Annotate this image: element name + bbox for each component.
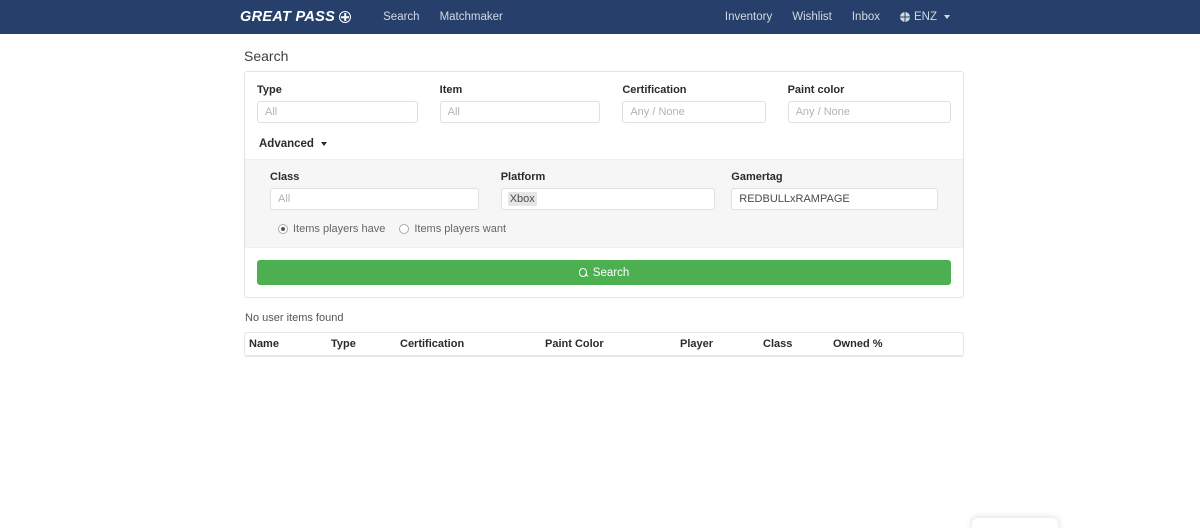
field-class: Class [270, 171, 501, 210]
field-gamertag: Gamertag [731, 171, 938, 210]
chat-widget-edge[interactable] [972, 518, 1058, 528]
field-paint-color: Paint color [787, 84, 951, 123]
field-class-label: Class [270, 171, 300, 183]
language-label: ENZ [914, 11, 937, 23]
column-header-owned-percent[interactable]: Owned % [833, 338, 953, 350]
nav-item-search[interactable]: Search [373, 0, 429, 34]
paint-color-input[interactable] [787, 101, 951, 123]
column-header-class[interactable]: Class [763, 338, 833, 350]
gamertag-input[interactable] [731, 188, 938, 210]
column-header-name[interactable]: Name [245, 338, 331, 350]
advanced-toggle-label: Advanced [259, 138, 314, 150]
nav-item-wishlist[interactable]: Wishlist [782, 0, 842, 34]
search-button-label: Search [592, 266, 630, 279]
field-platform: Platform Xbox [500, 171, 732, 210]
field-item-label: Item [439, 84, 463, 96]
magnifier-icon [578, 268, 588, 277]
ownership-radio-group: Items players have Items players want [278, 223, 938, 235]
column-header-type[interactable]: Type [331, 338, 400, 350]
primary-nav: Search Matchmaker [373, 0, 513, 34]
results-empty-message: No user items found [245, 312, 344, 324]
search-card: Type Item Certification Paint color Adva… [244, 71, 964, 298]
type-input[interactable] [257, 101, 418, 123]
platform-input[interactable]: Xbox [500, 188, 716, 210]
field-gamertag-label: Gamertag [731, 171, 783, 183]
platform-value: Xbox [507, 192, 537, 206]
results-table: Name Type Certification Paint Color Play… [244, 332, 964, 357]
field-certification-label: Certification [622, 84, 687, 96]
brand-logo[interactable]: GREAT PASS [240, 9, 352, 25]
radio-items-players-have-label: Items players have [293, 223, 386, 235]
advanced-toggle[interactable]: Advanced [259, 138, 327, 150]
globe-icon [900, 12, 910, 22]
results-table-header-row: Name Type Certification Paint Color Play… [245, 333, 963, 356]
top-navbar: GREAT PASS Search Matchmaker Inventory W… [0, 0, 1200, 34]
radio-filled-icon [278, 224, 288, 234]
class-input[interactable] [270, 188, 479, 210]
brand-name: GREAT PASS [240, 9, 336, 25]
secondary-nav: Inventory Wishlist Inbox ENZ [715, 0, 960, 34]
field-type: Type [257, 84, 440, 123]
radio-empty-icon [399, 224, 410, 234]
advanced-panel: Class Platform Xbox Gamertag It [245, 159, 963, 248]
column-header-player[interactable]: Player [680, 338, 763, 350]
nav-item-matchmaker[interactable]: Matchmaker [430, 0, 513, 34]
nav-item-inventory[interactable]: Inventory [715, 0, 782, 34]
page-title: Search [244, 48, 289, 64]
advanced-filters-row: Class Platform Xbox Gamertag [270, 171, 938, 210]
language-selector[interactable]: ENZ [890, 0, 960, 34]
field-type-label: Type [257, 84, 282, 96]
caret-down-icon [320, 142, 327, 146]
field-paint-color-label: Paint color [787, 84, 845, 96]
column-header-certification[interactable]: Certification [400, 338, 545, 350]
navbar-inner: GREAT PASS Search Matchmaker Inventory W… [0, 0, 1200, 34]
column-header-paint-color[interactable]: Paint Color [545, 338, 680, 350]
page-body: Search Type Item Certification Paint col… [0, 48, 1200, 357]
field-platform-label: Platform [500, 171, 546, 183]
basic-filters-row: Type Item Certification Paint color [257, 84, 951, 123]
chevron-down-icon [944, 15, 950, 19]
field-certification: Certification [622, 84, 787, 123]
nav-item-inbox[interactable]: Inbox [842, 0, 890, 34]
circle-crosshair-icon [339, 11, 352, 23]
certification-input[interactable] [622, 101, 766, 123]
radio-items-players-have[interactable]: Items players have [278, 223, 385, 235]
item-input[interactable] [439, 101, 601, 123]
search-button[interactable]: Search [257, 260, 951, 285]
radio-items-players-want-label: Items players want [414, 223, 507, 235]
field-item: Item [439, 84, 623, 123]
radio-items-players-want[interactable]: Items players want [399, 223, 506, 235]
